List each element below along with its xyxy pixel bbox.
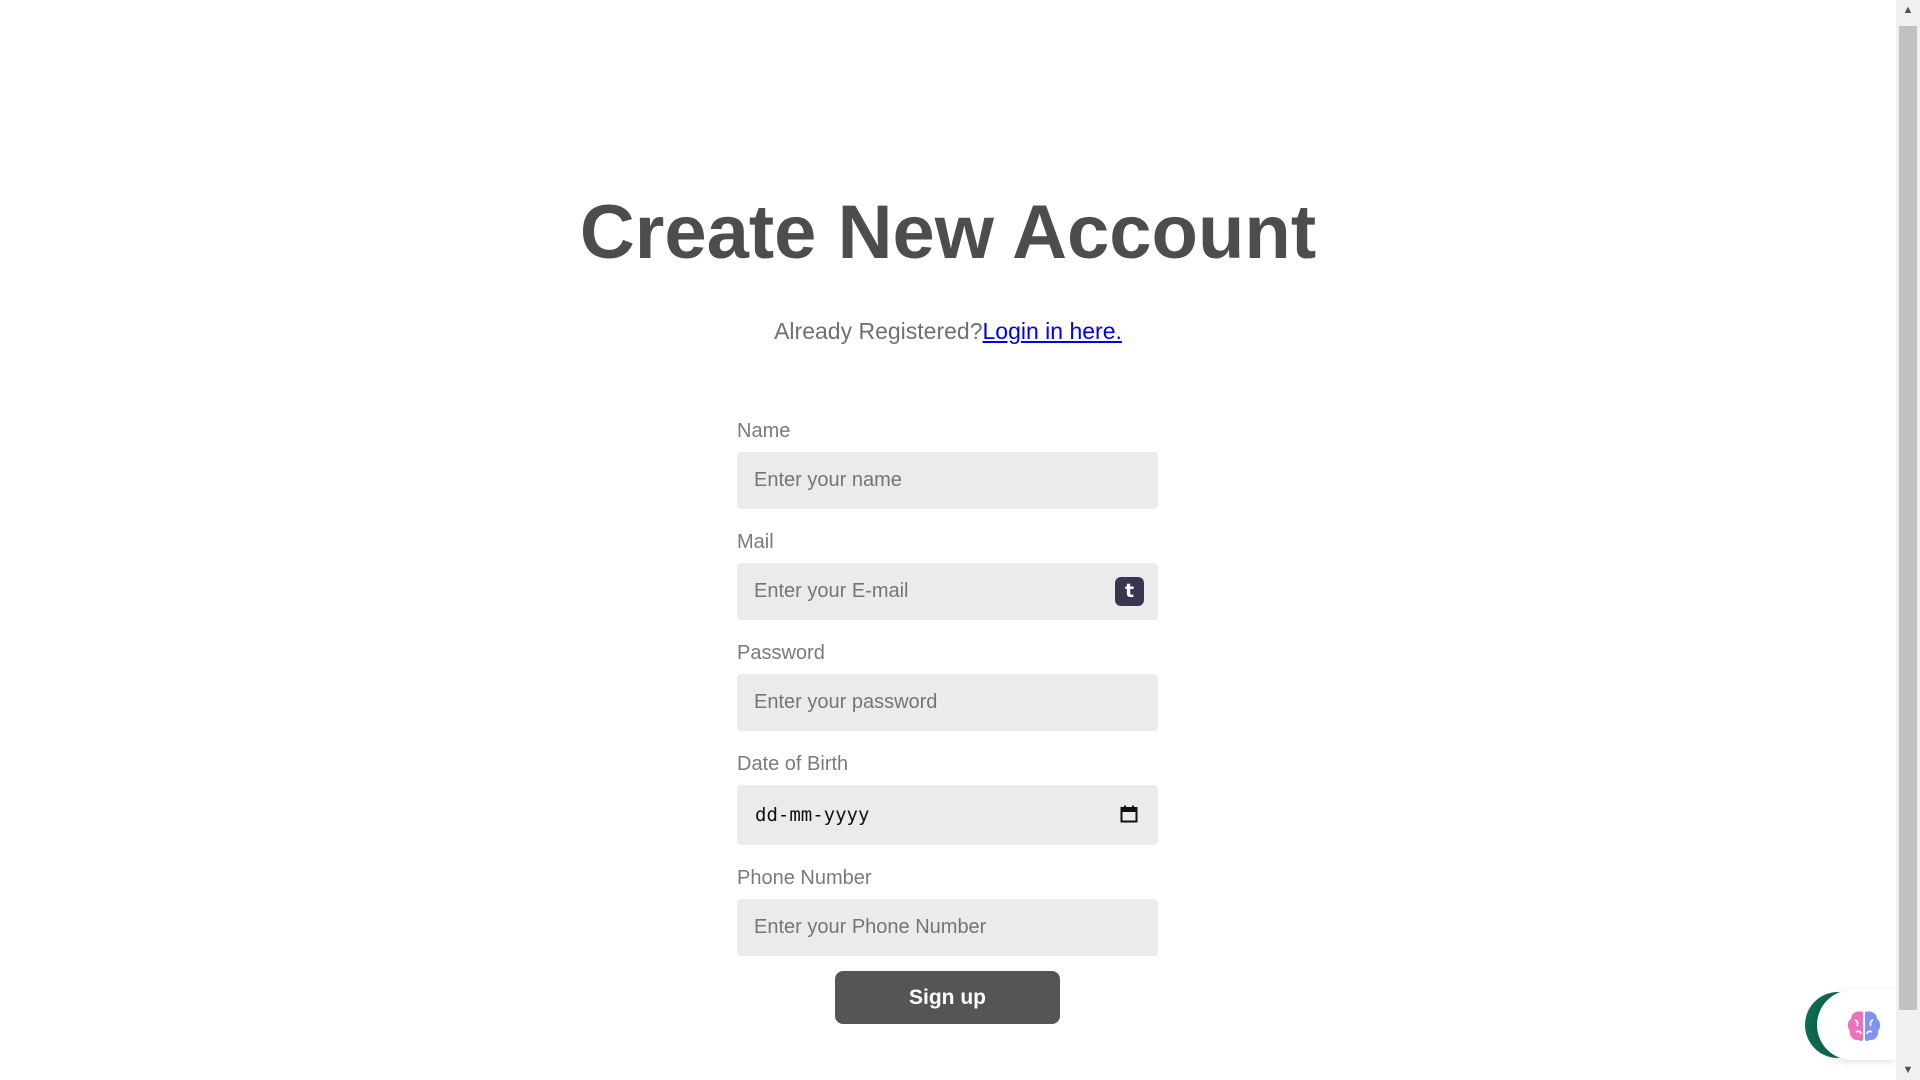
extension-badge-icon[interactable]: t [1115,577,1144,606]
signup-content: Create New Account Already Registered?Lo… [0,0,1896,1080]
scroll-down-arrow-icon[interactable]: ▼ [1896,1060,1920,1080]
mail-field-wrap: t [737,563,1158,620]
brain-icon[interactable] [1845,1008,1883,1044]
phone-label: Phone Number [737,867,872,889]
login-prompt: Already Registered?Login in here. [0,316,1896,346]
dob-placeholder: dd-mm-yyyy [755,804,870,826]
calendar-icon[interactable] [1120,805,1138,823]
phone-input[interactable] [737,899,1158,956]
already-registered-text: Already Registered? [774,318,983,344]
dob-input[interactable]: dd-mm-yyyy [737,785,1158,845]
password-field-wrap [737,674,1158,731]
name-label: Name [737,420,791,442]
dob-label: Date of Birth [737,753,849,775]
login-link[interactable]: Login in here. [983,318,1122,344]
scrollbar-thumb[interactable] [1899,26,1917,1010]
signup-form: Name Mail t Password Date of Birth dd-mm… [737,418,1158,976]
name-input[interactable] [737,452,1158,509]
name-field-wrap [737,452,1158,509]
assistant-widget[interactable] [1805,990,1896,1060]
vertical-scrollbar[interactable]: ▲ ▼ [1896,0,1920,1080]
page-title: Create New Account [579,190,1317,275]
mail-label: Mail [737,531,774,553]
scroll-up-arrow-icon[interactable]: ▲ [1896,0,1920,20]
signup-button[interactable]: Sign up [835,971,1060,1024]
email-input[interactable] [737,563,1158,620]
phone-field-wrap [737,899,1158,956]
widget-panel[interactable] [1817,990,1896,1060]
password-label: Password [737,642,825,664]
password-input[interactable] [737,674,1158,731]
page: Create New Account Already Registered?Lo… [0,0,1920,1080]
